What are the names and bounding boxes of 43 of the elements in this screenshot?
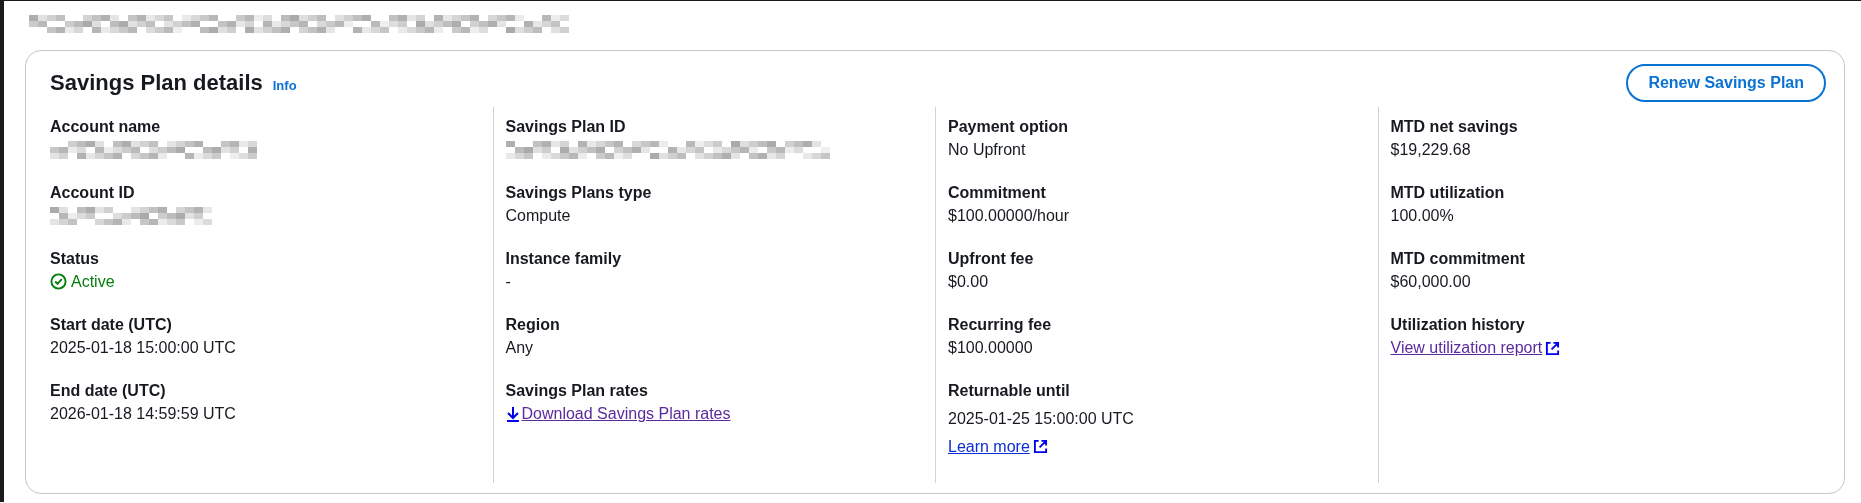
field-label: Status	[50, 249, 100, 269]
field-value: 2025-01-25 15:00:00 UTC	[948, 409, 1134, 429]
field-label: Recurring fee	[948, 315, 1053, 335]
field-label: Commitment	[948, 183, 1047, 203]
status-text: Active	[50, 271, 115, 293]
check-circle-icon	[50, 273, 67, 290]
download-icon	[505, 406, 520, 422]
field-label: Utilization history	[1390, 315, 1526, 335]
field-value: $100.00000/hour	[948, 206, 1069, 226]
field-value: 2026-01-18 14:59:59 UTC	[50, 404, 236, 424]
field-value: $60,000.00	[1390, 272, 1471, 292]
learn-more-link[interactable]: Learn more	[948, 438, 1030, 455]
field-value: $19,229.68	[1390, 140, 1471, 160]
field-label: Upfront fee	[948, 249, 1035, 269]
field-label: Instance family	[505, 249, 623, 269]
field-label: Savings Plans type	[505, 183, 653, 203]
field-label: Payment option	[948, 117, 1069, 137]
field-value: 2025-01-18 15:00:00 UTC	[50, 338, 236, 358]
field-value: -	[505, 272, 511, 292]
field-value: $0.00	[948, 272, 989, 292]
download-link[interactable]: Download Savings Plan rates	[521, 403, 731, 425]
field-value: $100.00000	[948, 338, 1033, 358]
field-label: Account ID	[50, 183, 136, 203]
field-value: 100.00%	[1390, 206, 1454, 226]
field-label: MTD utilization	[1390, 183, 1506, 203]
external-link-icon	[1545, 340, 1561, 356]
report-link[interactable]: View utilization report	[1390, 337, 1543, 359]
external-link-icon	[1032, 439, 1048, 454]
field-value: Any	[505, 338, 534, 358]
field-label: Savings Plan ID	[505, 117, 627, 137]
field-label: Start date (UTC)	[50, 315, 173, 335]
field-label: Returnable until	[948, 381, 1071, 401]
field-label: End date (UTC)	[50, 381, 167, 401]
field-label: Account name	[50, 117, 162, 137]
field-value: No Upfront	[948, 140, 1026, 160]
info-link[interactable]: Info	[272, 78, 297, 93]
field-label: Savings Plan rates	[505, 381, 649, 401]
renew-button[interactable]: Renew Savings Plan	[1626, 64, 1826, 102]
field-label: MTD net savings	[1390, 117, 1519, 137]
field-label: MTD commitment	[1390, 249, 1526, 269]
field-value: Compute	[505, 206, 571, 226]
field-label: Region	[505, 315, 561, 335]
panel-title: Savings Plan details	[50, 70, 263, 96]
